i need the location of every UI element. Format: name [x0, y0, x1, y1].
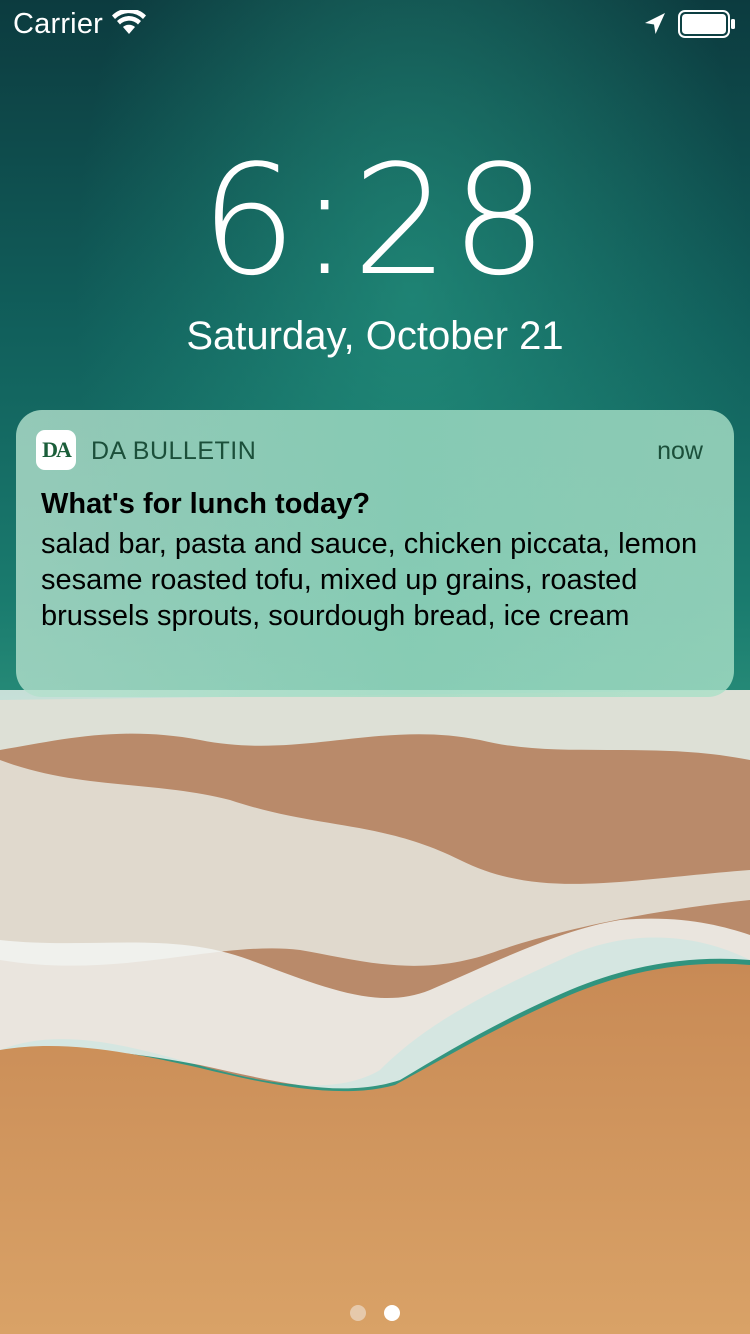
notification-timestamp: now	[657, 437, 703, 465]
status-bar: Carrier	[0, 0, 750, 48]
lock-screen-date: Saturday, October 21	[186, 314, 564, 358]
lock-screen-time: 6:28	[200, 132, 550, 309]
wifi-icon	[112, 8, 146, 41]
page-indicator	[0, 1305, 750, 1323]
notification-card[interactable]: DA DA BULLETIN now What's for lunch toda…	[16, 410, 734, 697]
location-arrow-icon	[643, 12, 667, 41]
notification-title: What's for lunch today?	[41, 488, 371, 520]
page-dot-active[interactable]	[384, 1305, 400, 1321]
da-bulletin-logo-icon: DA	[36, 430, 76, 470]
page-dot-inactive[interactable]	[350, 1305, 366, 1321]
notification-body: salad bar, pasta and sauce, chicken picc…	[41, 528, 698, 632]
notification-app-name: DA BULLETIN	[91, 437, 257, 465]
carrier-label: Carrier	[13, 8, 104, 40]
app-icon-text: DA	[42, 437, 72, 462]
battery-icon	[678, 10, 736, 43]
